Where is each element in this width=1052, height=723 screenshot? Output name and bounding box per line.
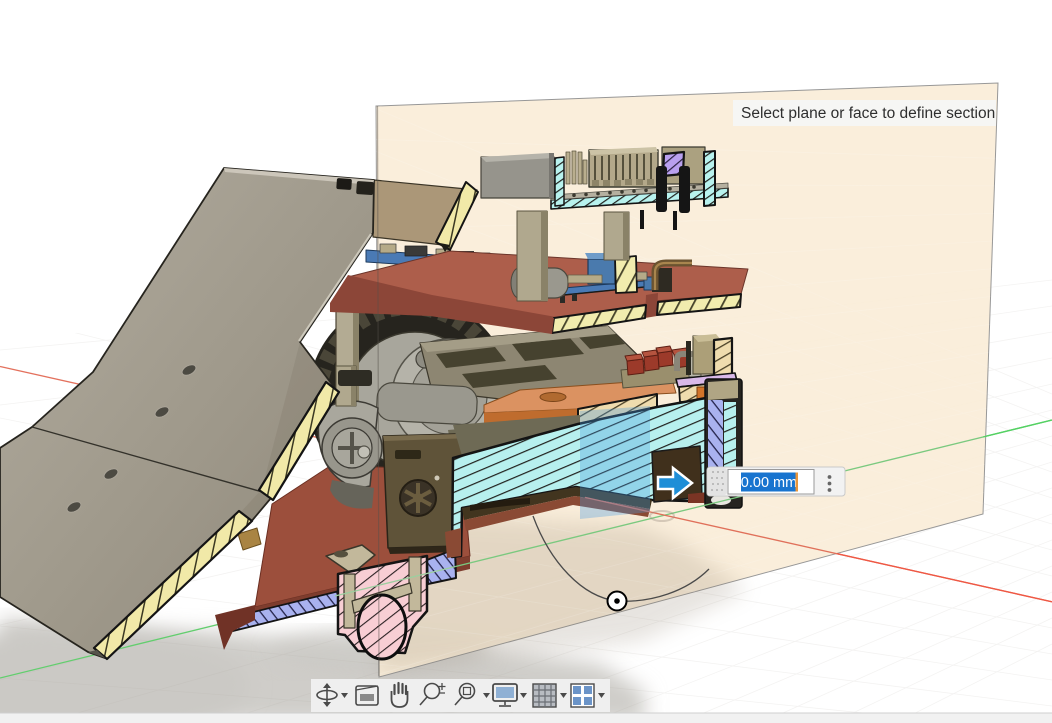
svg-text:0.00 mm: 0.00 mm <box>741 475 797 491</box>
svg-text:Select plane or face to define: Select plane or face to define section <box>741 105 995 122</box>
